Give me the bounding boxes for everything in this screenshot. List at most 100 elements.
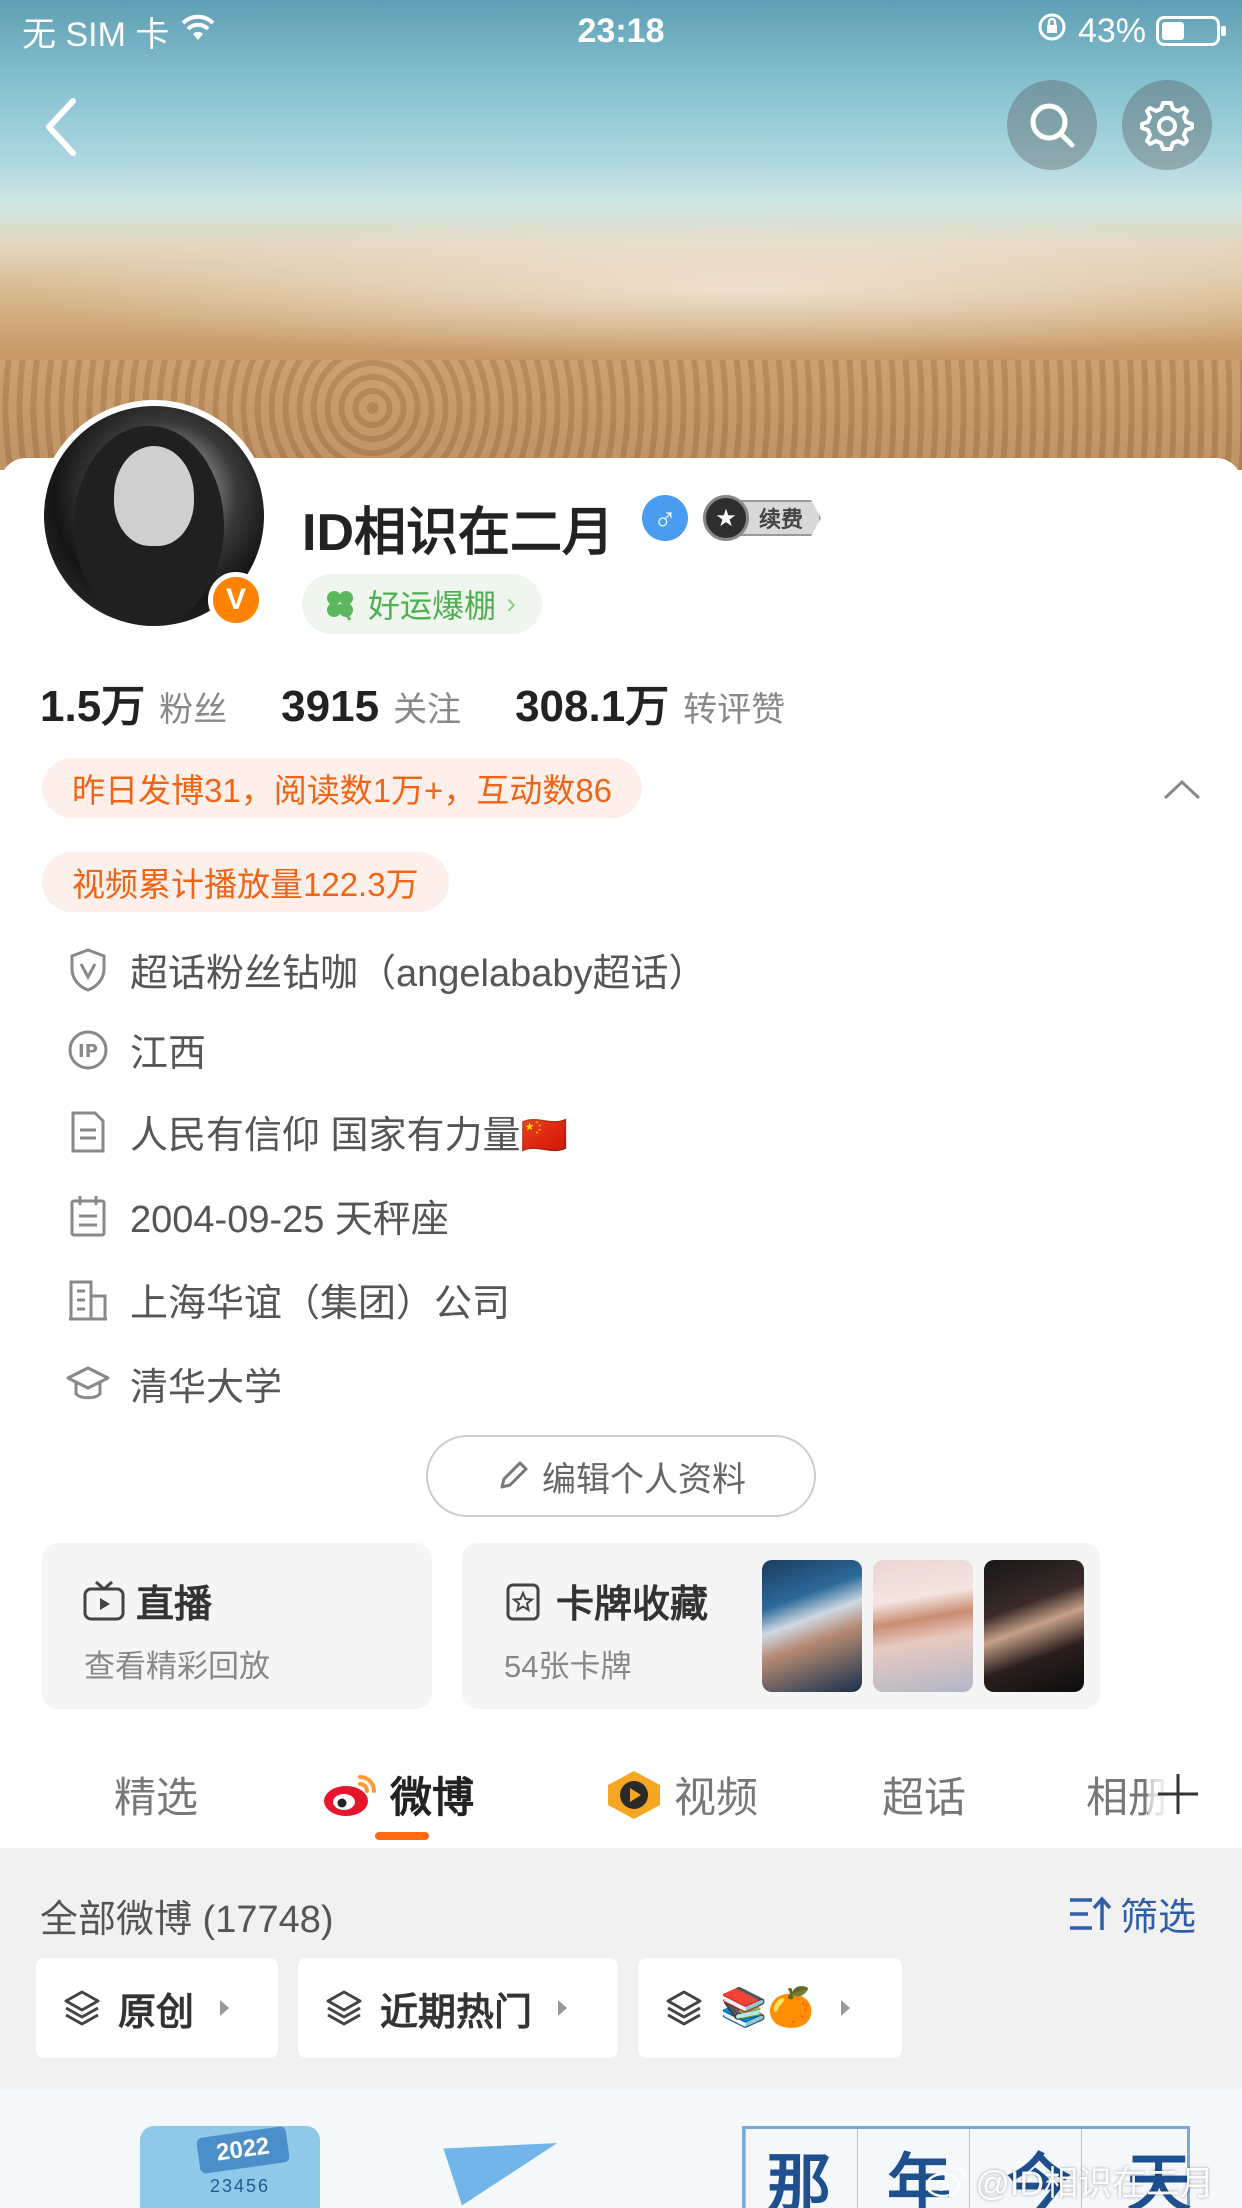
live-tile-title: 直播 [136,1584,213,1626]
gear-icon [1140,101,1194,151]
collapse-button[interactable] [1160,768,1204,812]
chip-original[interactable]: 原创 [36,1958,278,2058]
info-text-birthday: 2004-09-25 天秤座 [130,1199,449,1241]
card-tile-title-row: 卡牌收藏 [502,1573,708,1628]
video-badge-icon [608,1770,660,1819]
profile-stats: 1.5万 粉丝 3915 关注 308.1万 转评赞 [40,670,839,734]
card-thumbnail-2[interactable] [873,1560,973,1692]
watermark: @ID相识在二月 [925,2156,1214,2205]
card-star-icon [506,1583,540,1620]
filter-button[interactable]: 筛选 [1068,1886,1196,1941]
luck-chip[interactable]: 好运爆棚 › [302,574,543,634]
live-tile-title-row: 直播 [82,1573,212,1628]
plus-icon [1158,1774,1198,1814]
calendar-icon [64,1192,112,1240]
info-row-bio: 人民有信仰 国家有力量🇨🇳 [64,1104,568,1159]
back-button[interactable] [26,92,96,162]
clover-icon [327,591,353,621]
chip-original-label: 原创 [118,1991,195,2034]
edit-profile-label: 编辑个人资料 [542,1460,746,1499]
live-tile[interactable]: 直播 查看精彩回放 [42,1543,432,1709]
info-text-school: 清华大学 [130,1367,283,1409]
profile-name: ID相识在二月 [302,504,615,562]
tv-icon [83,1580,125,1620]
yesterday-stats-pill[interactable]: 昨日发博31，阅读数1万+，互动数86 [42,758,643,818]
info-row-supertopic[interactable]: 超话粉丝钻咖（angelababy超话） [64,942,707,997]
live-tile-subtitle: 查看精彩回放 [84,1649,270,1684]
wifi-icon [181,12,215,51]
battery-level [1162,22,1185,40]
battery-percent: 43% [1077,11,1146,50]
all-weibo-count: 全部微博 (17748) [40,1899,334,1941]
calendar-year: 2022 [195,2125,291,2175]
stat-following[interactable]: 3915 关注 [281,682,461,732]
avatar-face [114,446,194,546]
chevron-up-icon [1163,779,1201,800]
carrier-label: 无 SIM 卡 [22,15,170,54]
card-thumbnail-1[interactable] [762,1560,862,1692]
watermark-text: @ID相识在二月 [975,2165,1214,2203]
stat-followers[interactable]: 1.5万 粉丝 [40,670,227,734]
filter-sort-icon [1069,1895,1112,1930]
profile-tabs: 精选 微博 视频 超话 相册 [0,1736,1242,1848]
tab-featured-label: 精选 [114,1774,199,1821]
card-collection-tile[interactable]: 卡牌收藏 54张卡牌 [462,1543,1100,1709]
settings-button[interactable] [1122,80,1212,170]
paper-plane-illustration [443,2114,567,2206]
document-icon [64,1108,112,1156]
info-text-bio: 人民有信仰 国家有力量🇨🇳 [130,1115,568,1157]
tab-add-button[interactable] [1148,1764,1208,1824]
video-plays-pill[interactable]: 视频累计播放量122.3万 [42,852,449,912]
stat-interactions-label: 转评赞 [683,691,786,729]
svg-text:IP: IP [78,1041,98,1062]
tab-weibo[interactable]: 微博 [322,1764,474,1825]
stat-interactions[interactable]: 308.1万 转评赞 [515,670,785,734]
member-badge[interactable]: ★ 续费 [703,494,831,542]
edit-profile-button[interactable]: 编辑个人资料 [426,1435,816,1517]
card-thumbnail-3[interactable] [984,1560,1084,1692]
status-right: 43% [1036,11,1226,52]
tab-supertopic[interactable]: 超话 [882,1764,966,1825]
layers-icon [64,1990,100,2026]
feed-filter-bar: 全部微博 (17748) 筛选 原创 近期热门 📚🍊 [0,1848,1242,2090]
caret-right-icon [220,2000,230,2016]
status-left: 无 SIM 卡 [22,7,215,56]
banner-sky-haze [0,220,1242,360]
layers-icon [666,1990,702,2026]
calendar-digits: 23456 [210,2176,271,2196]
chip-custom-group[interactable]: 📚🍊 [638,1958,902,2058]
verified-letter: V [225,583,246,616]
ip-icon: IP [64,1026,112,1074]
info-text-ip-location: 江西 [130,1033,207,1075]
caret-right-icon [840,2000,850,2016]
chip-recent-hot[interactable]: 近期热门 [298,1958,618,2058]
chip-recent-hot-label: 近期热门 [380,1991,533,2034]
search-button[interactable] [1007,80,1097,170]
rotation-lock-icon [1036,11,1068,52]
calendar-illustration: 2022 23456 [140,2125,320,2208]
info-text-company: 上海华谊（集团）公司 [130,1283,511,1325]
profile-cover-banner[interactable] [0,0,1242,470]
chip-custom-group-label: 📚🍊 [720,1987,815,2029]
stat-following-value: 3915 [281,682,380,731]
search-icon [1030,103,1075,148]
tab-video[interactable]: 视频 [604,1764,758,1825]
weibo-logo-icon [324,1774,376,1816]
chevron-right-icon: › [506,587,517,620]
caret-right-icon [558,2000,568,2016]
tab-supertopic-label: 超话 [882,1774,967,1821]
building-icon [64,1276,112,1324]
tab-weibo-label: 微博 [390,1774,475,1821]
crown-star-icon: ★ [703,495,749,541]
tab-featured[interactable]: 精选 [114,1764,198,1825]
male-gender-icon: ♂ [642,495,688,541]
card-tile-subtitle: 54张卡牌 [504,1649,632,1684]
shield-v-icon [64,946,112,994]
info-row-company: 上海华谊（集团）公司 [64,1272,510,1327]
info-row-ip-location: IP 江西 [64,1022,206,1077]
stat-followers-value: 1.5万 [40,682,146,731]
graduation-cap-icon [64,1360,112,1408]
battery-icon [1156,16,1226,46]
pencil-icon [500,1461,528,1489]
info-text-supertopic: 超话粉丝钻咖（angelababy超话） [130,953,707,995]
